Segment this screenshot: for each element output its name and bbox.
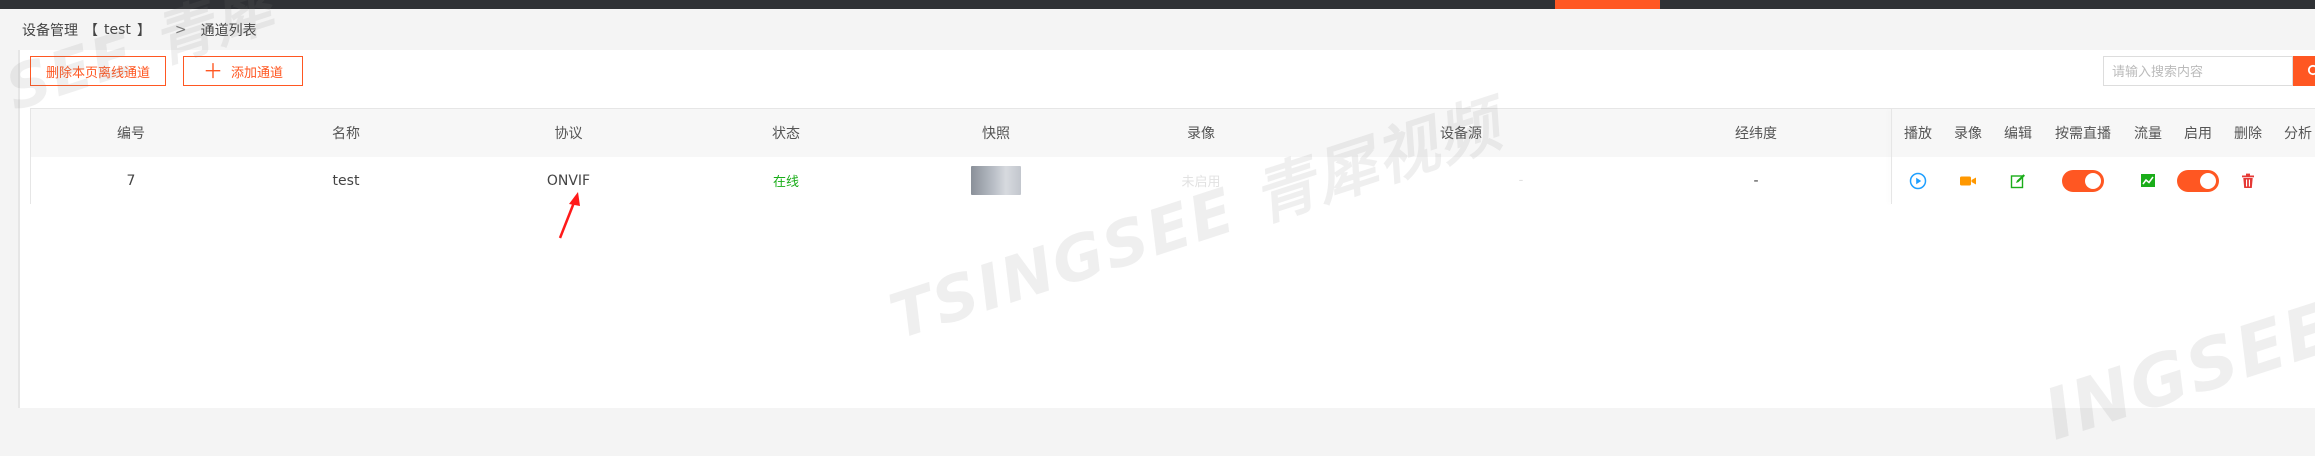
fixed-column-divider [1891, 109, 1892, 204]
record-status: 未启用 [1181, 175, 1221, 190]
traffic-chart-icon [2141, 174, 2155, 187]
table-row: 7 test ONVIF 在线 未启用 - - [31, 157, 2315, 204]
column-header-delete: 删除 [2234, 126, 2262, 142]
cell-record: 未启用 [1096, 157, 1306, 204]
cell-status: 在线 [676, 157, 896, 204]
main-content: 删除本页离线通道 ＋ 添加通道 编号 名称 协议 状态 快照 录像 设备源 经纬… [18, 50, 2315, 408]
breadcrumb-current: 通道列表 [200, 23, 257, 39]
breadcrumb-device-manage[interactable]: 设备管理 [22, 20, 78, 40]
column-header-flow: 流量 [2134, 126, 2162, 142]
column-header-source: 设备源 [1440, 126, 1482, 142]
video-camera-icon [1960, 176, 1976, 185]
breadcrumb-bracket-close: 】 [136, 23, 151, 39]
toggle-knob [2200, 172, 2216, 189]
breadcrumb: 设备管理 【 test 】 > 通道列表 [22, 20, 257, 40]
column-header-enable: 启用 [2184, 126, 2212, 142]
flow-button[interactable] [2123, 157, 2173, 204]
add-channel-label: 添加通道 [230, 65, 283, 81]
column-header-on-demand: 按需直播 [2055, 126, 2111, 142]
edit-button[interactable] [1993, 157, 2043, 204]
edit-icon [2010, 173, 2025, 188]
cell-on-demand [2043, 157, 2123, 204]
table-header: 编号 名称 协议 状态 快照 录像 设备源 经纬度 播放 录像 编辑 按需直播 … [31, 109, 2315, 158]
column-header-id: 编号 [117, 126, 145, 142]
breadcrumb-separator: > [174, 22, 187, 38]
toggle-knob [2085, 172, 2101, 189]
on-demand-live-toggle[interactable] [2062, 169, 2104, 192]
plus-icon: ＋ [202, 59, 223, 83]
channel-table: 编号 名称 协议 状态 快照 录像 设备源 经纬度 播放 录像 编辑 按需直播 … [30, 108, 2315, 204]
column-header-edit: 编辑 [2004, 126, 2032, 142]
trash-icon [2242, 173, 2254, 188]
play-button[interactable] [1893, 157, 1943, 204]
delete-offline-channels-button[interactable]: 删除本页离线通道 [30, 56, 166, 86]
column-header-name: 名称 [332, 126, 360, 142]
top-navbar [0, 0, 2315, 9]
status-badge: 在线 [772, 175, 799, 190]
column-header-analyze: 分析 [2284, 126, 2312, 142]
cell-enable [2173, 157, 2223, 204]
column-header-status: 状态 [772, 126, 800, 142]
breadcrumb-device-name: test [104, 22, 131, 38]
active-nav-indicator [1555, 0, 1660, 9]
annotation-arrow [558, 192, 580, 239]
snapshot-thumbnail[interactable] [971, 166, 1021, 195]
search-button[interactable] [2293, 56, 2315, 86]
cell-id: 7 [126, 172, 136, 189]
record-button[interactable] [1943, 157, 1993, 204]
cell-source: - [1491, 157, 1551, 204]
enable-toggle[interactable] [2177, 169, 2219, 192]
cell-name: test [332, 172, 360, 189]
cell-snapshot [896, 157, 1096, 204]
cell-latlng: - [1753, 172, 1759, 189]
breadcrumb-bracket-open: 【 [84, 23, 98, 39]
search-icon [2307, 64, 2315, 76]
play-circle-icon [1909, 172, 1927, 189]
search-input[interactable] [2103, 56, 2293, 86]
column-header-record: 录像 [1187, 126, 1215, 142]
add-channel-button[interactable]: ＋ 添加通道 [183, 56, 303, 86]
column-header-record-action: 录像 [1954, 126, 1982, 142]
column-header-play: 播放 [1904, 126, 1932, 142]
delete-button[interactable] [2223, 157, 2273, 204]
source-value: - [1518, 173, 1524, 188]
column-header-protocol: 协议 [554, 126, 583, 142]
column-header-snapshot: 快照 [982, 126, 1010, 142]
column-header-latlng: 经纬度 [1735, 126, 1777, 142]
